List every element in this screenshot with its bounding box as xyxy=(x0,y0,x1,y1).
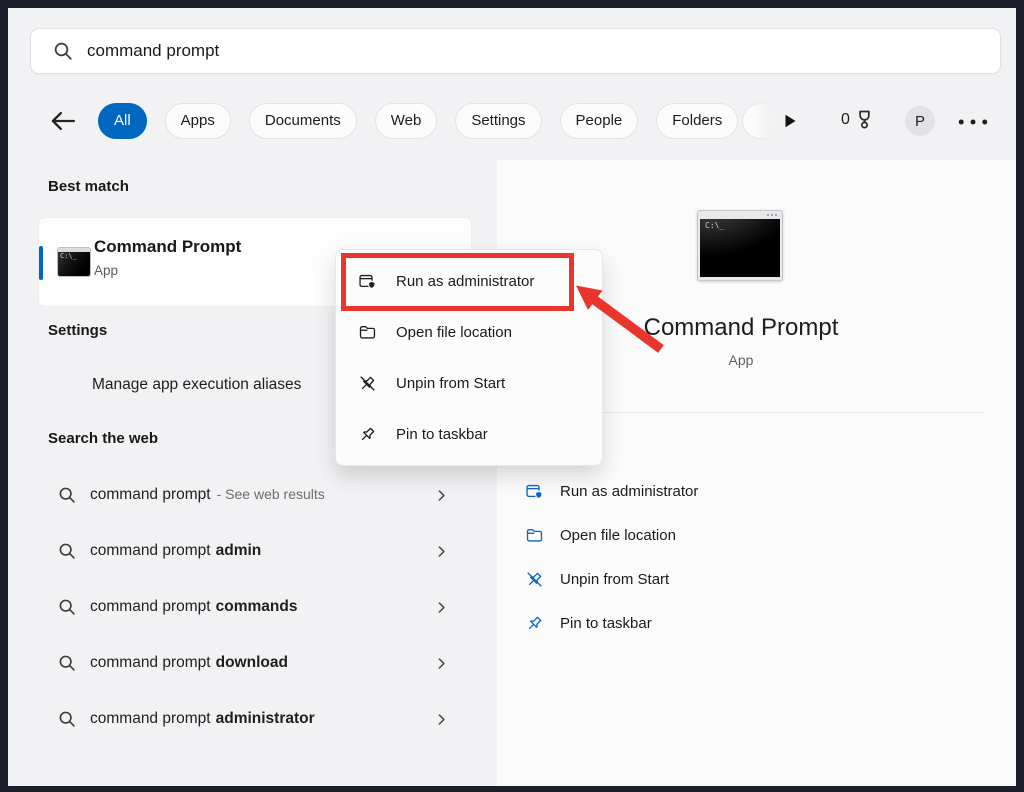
selection-accent-bar xyxy=(39,246,43,280)
pin-icon xyxy=(359,426,376,443)
search-icon xyxy=(58,598,76,616)
chevron-right-icon xyxy=(435,657,448,670)
pin-icon xyxy=(526,615,543,632)
context-menu-item-pin-to-taskbar[interactable]: Pin to taskbar xyxy=(336,409,602,460)
user-avatar[interactable]: P xyxy=(905,106,935,136)
avatar-initial: P xyxy=(915,113,925,130)
suggestion-suffix: admin xyxy=(216,542,262,559)
suggestion-suffix: commands xyxy=(216,598,298,615)
suggestion-note: - See web results xyxy=(217,486,325,502)
more-options-icon[interactable] xyxy=(956,114,990,130)
chevron-right-icon xyxy=(435,545,448,558)
search-icon xyxy=(58,710,76,728)
context-menu-item-label: Open file location xyxy=(396,324,512,341)
preview-divider xyxy=(545,412,985,413)
chevron-right-icon xyxy=(435,489,448,502)
command-prompt-icon: C:\_ xyxy=(57,247,91,277)
tab-settings[interactable]: Settings xyxy=(455,103,541,139)
search-icon xyxy=(58,542,76,560)
web-suggestion-row[interactable]: command prompt commands xyxy=(48,587,462,627)
section-search-the-web: Search the web xyxy=(48,430,158,447)
result-type: App xyxy=(94,263,118,278)
web-suggestion-row[interactable]: command prompt administrator xyxy=(48,699,462,739)
chevron-right-icon xyxy=(435,713,448,726)
action-unpin-from-start[interactable]: Unpin from Start xyxy=(497,557,985,601)
web-suggestion-row[interactable]: command prompt download xyxy=(48,643,462,683)
back-arrow-icon[interactable] xyxy=(50,109,76,133)
context-menu: Run as administrator Open file location … xyxy=(335,249,603,466)
run-as-admin-icon xyxy=(359,273,376,290)
tab-apps[interactable]: Apps xyxy=(165,103,231,139)
rewards-count: 0 xyxy=(841,111,850,129)
tab-folders[interactable]: Folders xyxy=(656,103,738,139)
action-run-as-administrator[interactable]: Run as administrator xyxy=(497,469,985,513)
action-label: Run as administrator xyxy=(560,483,698,500)
suggestion-text: command prompt xyxy=(90,598,211,615)
section-settings: Settings xyxy=(48,322,107,339)
suggestion-suffix: download xyxy=(216,654,288,671)
run-as-admin-icon xyxy=(526,483,543,500)
context-menu-item-label: Pin to taskbar xyxy=(396,426,488,443)
search-icon xyxy=(58,654,76,672)
action-label: Pin to taskbar xyxy=(560,615,652,632)
suggestion-text: command prompt xyxy=(90,654,211,671)
context-menu-item-label: Run as administrator xyxy=(396,273,534,290)
tab-web[interactable]: Web xyxy=(375,103,438,139)
play-icon[interactable] xyxy=(782,112,798,130)
suggestion-text: command prompt xyxy=(90,710,211,727)
web-suggestion-row[interactable]: command prompt admin xyxy=(48,531,462,571)
context-menu-item-run-as-administrator[interactable]: Run as administrator xyxy=(336,256,602,307)
section-best-match: Best match xyxy=(48,178,129,195)
context-menu-item-unpin-from-start[interactable]: Unpin from Start xyxy=(336,358,602,409)
tab-people[interactable]: People xyxy=(560,103,639,139)
search-icon xyxy=(53,41,73,61)
search-bar[interactable] xyxy=(30,28,1001,74)
web-suggestion-row[interactable]: command prompt - See web results xyxy=(48,475,462,515)
tab-overflow-fragment xyxy=(742,103,780,139)
preview-action-list: Run as administrator Open file location … xyxy=(497,469,985,645)
tab-documents[interactable]: Documents xyxy=(249,103,357,139)
unpin-icon xyxy=(526,571,543,588)
suggestion-text: command prompt xyxy=(90,486,211,503)
search-icon xyxy=(58,486,76,504)
action-pin-to-taskbar[interactable]: Pin to taskbar xyxy=(497,601,985,645)
command-prompt-large-icon: C:\_ xyxy=(697,210,783,281)
action-open-file-location[interactable]: Open file location xyxy=(497,513,985,557)
settings-result-manage-aliases[interactable]: Manage app execution aliases xyxy=(92,376,301,394)
suggestion-suffix: administrator xyxy=(216,710,315,727)
unpin-icon xyxy=(359,375,376,392)
action-label: Open file location xyxy=(560,527,676,544)
context-menu-item-label: Unpin from Start xyxy=(396,375,505,392)
rewards-medal-icon xyxy=(854,109,875,130)
windows-search-screen: All Apps Documents Web Settings People F… xyxy=(0,0,1024,792)
folder-icon xyxy=(526,527,543,544)
suggestion-text: command prompt xyxy=(90,542,211,559)
chevron-right-icon xyxy=(435,601,448,614)
tab-all[interactable]: All xyxy=(98,103,147,139)
action-label: Unpin from Start xyxy=(560,571,669,588)
search-input[interactable] xyxy=(85,40,986,62)
folder-icon xyxy=(359,324,376,341)
context-menu-item-open-file-location[interactable]: Open file location xyxy=(336,307,602,358)
result-title: Command Prompt xyxy=(94,237,241,257)
rewards-counter[interactable]: 0 xyxy=(841,109,875,130)
search-filter-tabs: All Apps Documents Web Settings People F… xyxy=(98,103,738,139)
